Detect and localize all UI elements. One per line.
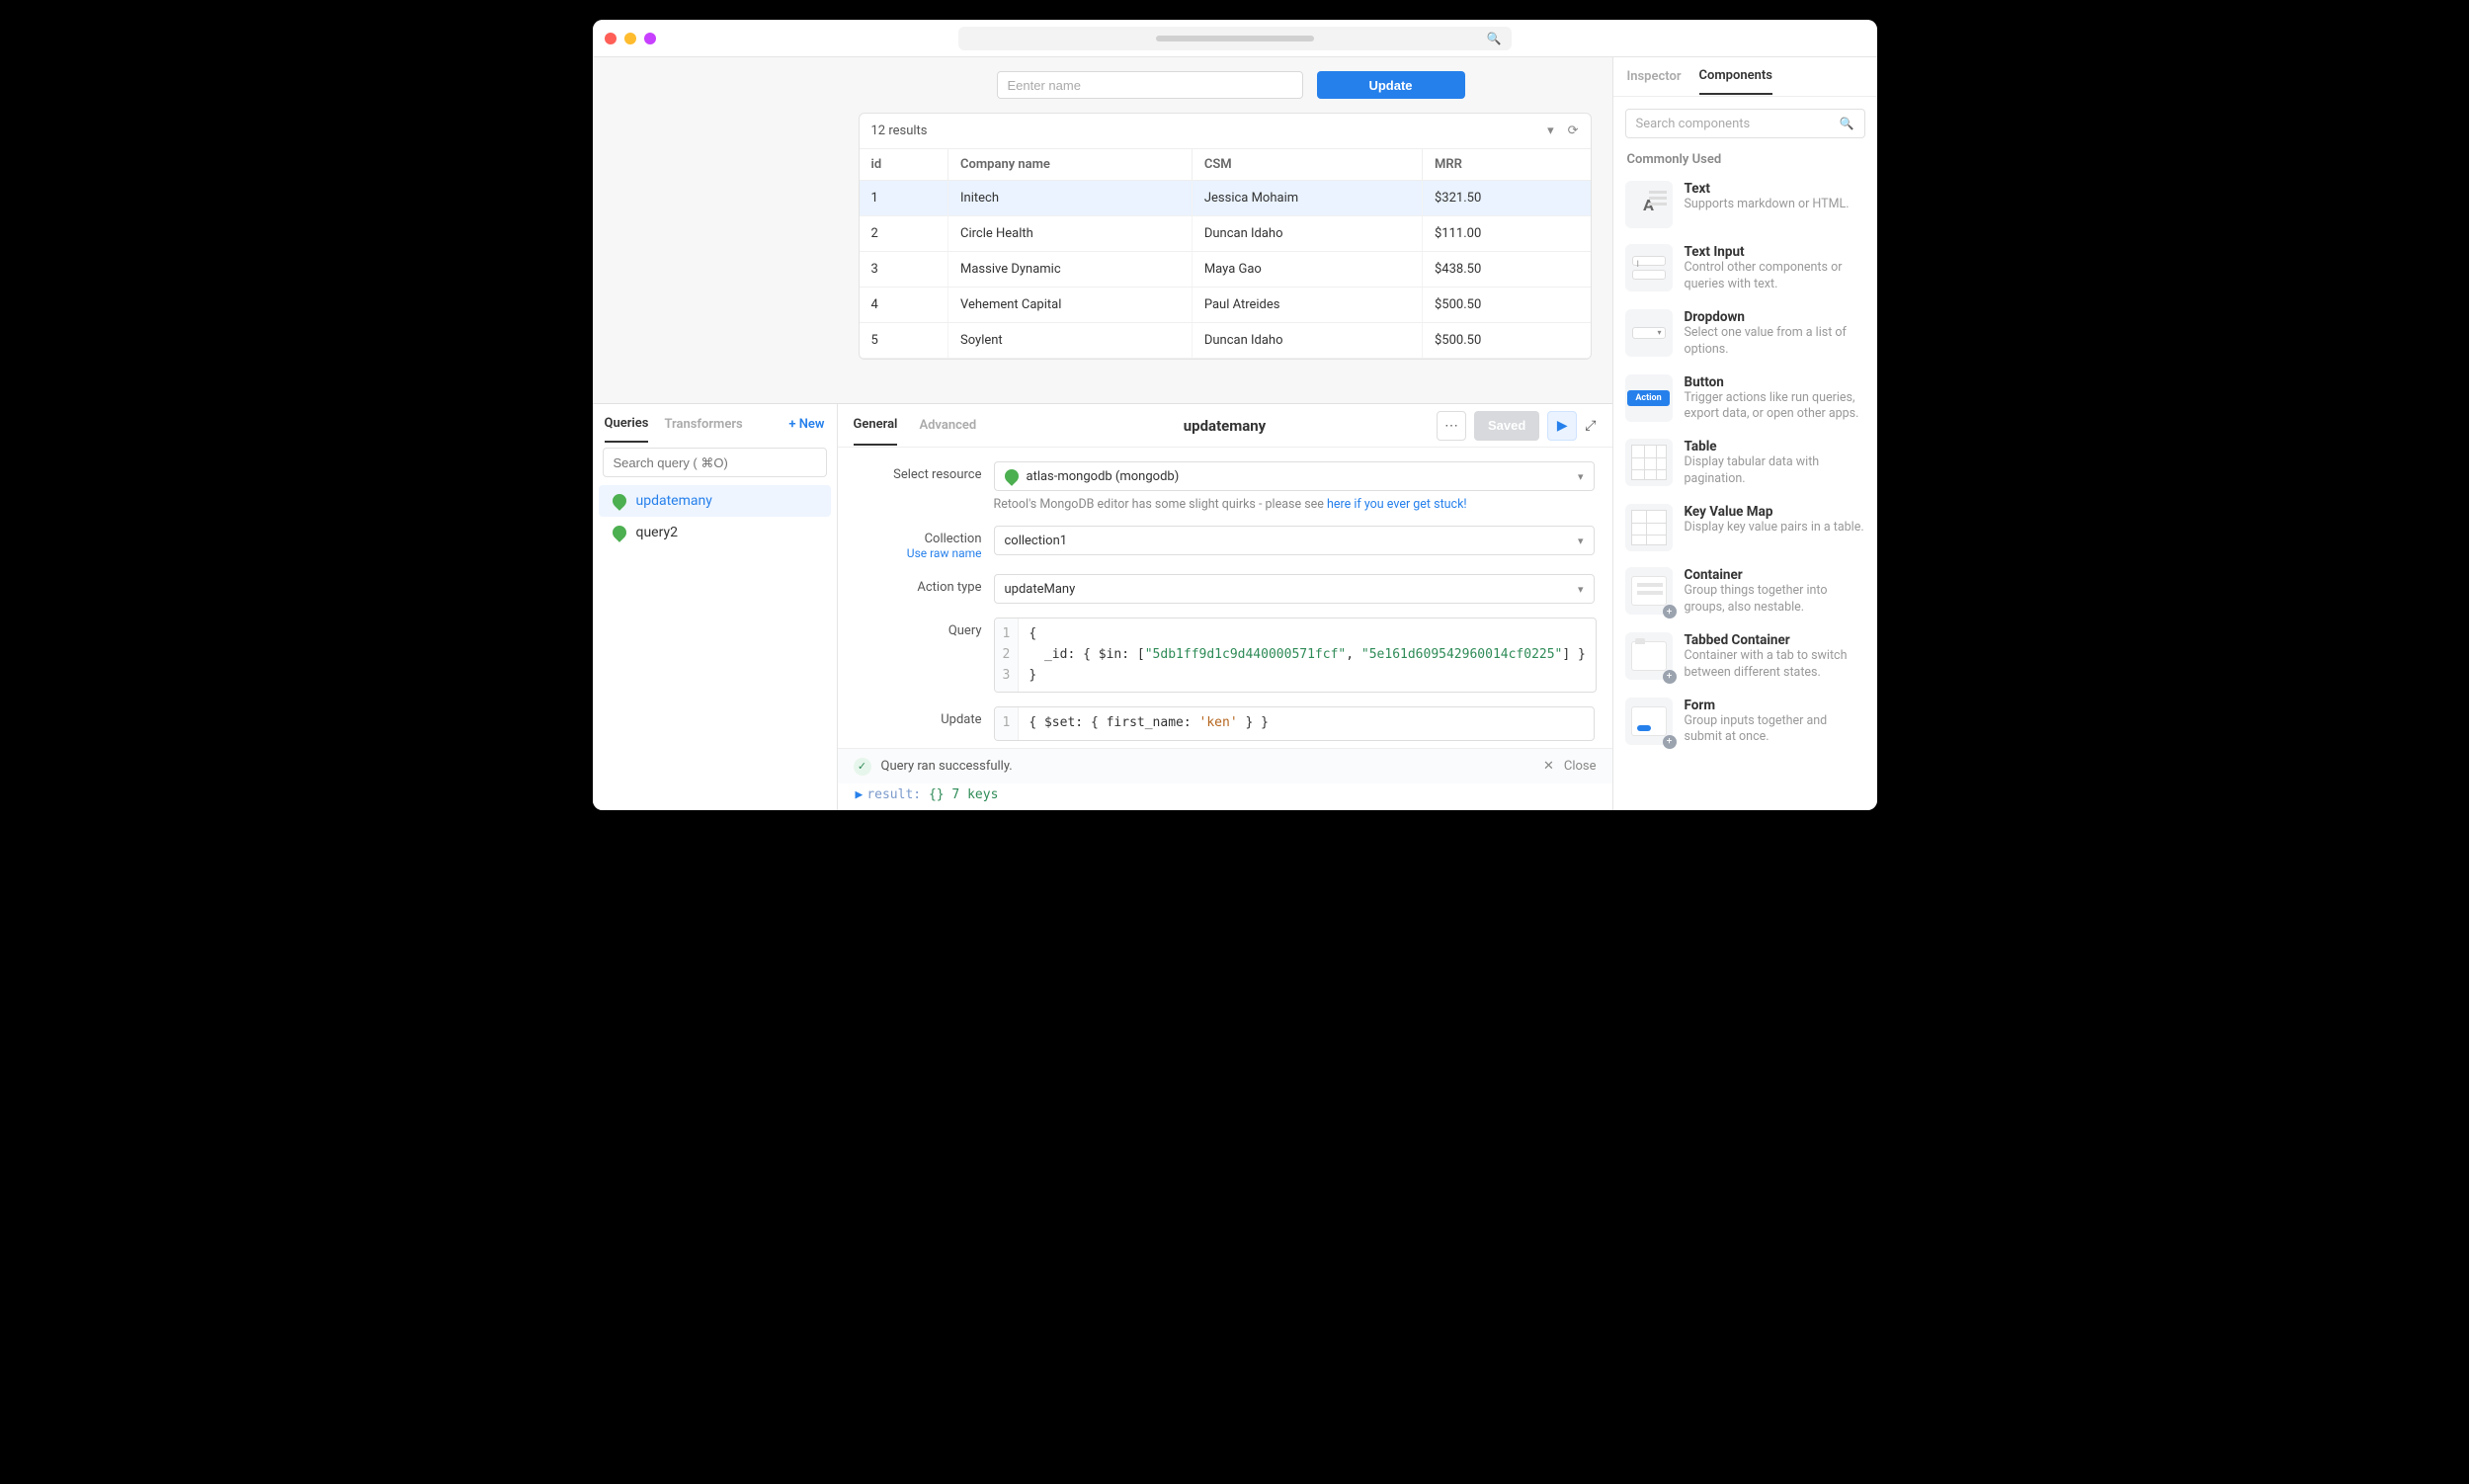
text-icon [1625,181,1673,228]
col-csm[interactable]: CSM [1192,149,1422,181]
text-input-icon [1625,244,1673,291]
query-item-query2[interactable]: query2 [599,517,831,548]
label-select-resource: Select resource [856,461,994,482]
action-value: updateMany [1005,582,1076,597]
table-icon [1625,439,1673,486]
update-code-editor[interactable]: 1 { $set: { first_name: 'ken' } } [994,706,1595,741]
container-icon: + [1625,567,1673,615]
table-row[interactable]: 3Massive Dynamic Maya Gao$438.50 [860,252,1591,288]
result-message: Query ran successfully. [881,759,1013,774]
label-collection: Collection [925,532,982,546]
maximize-window-icon[interactable] [644,33,656,44]
refresh-icon[interactable]: ⟳ [1568,124,1579,138]
run-button[interactable]: ▶ [1547,411,1577,441]
success-icon: ✓ [854,758,871,776]
label-action-type: Action type [856,574,994,595]
component-text[interactable]: Text Supports markdown or HTML. [1625,173,1865,236]
mongodb-icon [610,523,629,542]
tab-queries[interactable]: Queries [605,406,649,443]
select-action-type[interactable]: updateMany [994,574,1595,604]
col-mrr[interactable]: MRR [1423,149,1591,181]
update-button[interactable]: Update [1317,71,1465,99]
select-collection[interactable]: collection1 [994,526,1595,555]
data-table: id Company name CSM MRR 1 Initech Jessic… [860,149,1591,359]
url-bar[interactable]: 🔍 [958,27,1512,50]
component-table[interactable]: Table Display tabular data with paginati… [1625,431,1865,496]
close-window-icon[interactable] [605,33,617,44]
component-button[interactable]: Action Button Trigger actions like run q… [1625,367,1865,432]
select-resource[interactable]: atlas-mongodb (mongodb) [994,461,1595,491]
component-dropdown[interactable]: Dropdown Select one value from a list of… [1625,301,1865,367]
use-raw-name-link[interactable]: Use raw name [856,546,982,560]
section-title: Commonly Used [1613,146,1877,173]
url-placeholder [1156,36,1314,41]
form-row: Update [997,71,1465,99]
expand-icon[interactable]: ⤢ [1585,418,1596,434]
component-container[interactable]: + Container Group things together into g… [1625,559,1865,624]
bottom-panel: Queries Transformers + New updatemany qu… [593,403,1612,810]
close-results[interactable]: ✕ Close [1543,759,1597,774]
query-item-label: query2 [636,525,678,540]
query-search-input[interactable] [603,448,827,477]
label-update: Update [856,706,994,727]
component-key-value-map[interactable]: Key Value Map Display key value pairs in… [1625,496,1865,559]
col-id[interactable]: id [860,149,948,181]
query-editor: General Advanced updatemany ⋯ Saved ▶ ⤢ … [838,404,1612,810]
mongodb-icon [1002,466,1022,486]
component-form[interactable]: + Form Group inputs together and submit … [1625,690,1865,755]
search-icon: 🔍 [1487,32,1502,45]
query-title: updatemany [1184,417,1266,435]
components-search-placeholder: Search components [1636,117,1751,131]
tab-general[interactable]: General [854,405,898,446]
component-text-input[interactable]: Text Input Control other components or q… [1625,236,1865,301]
form-icon: + [1625,698,1673,745]
window-controls [605,33,656,44]
filter-icon[interactable]: ▾ [1547,124,1554,138]
table-row[interactable]: 2Circle Health Duncan Idaho$111.00 [860,216,1591,252]
name-input[interactable] [997,71,1303,99]
results-count: 12 results [871,124,928,138]
saved-button: Saved [1474,411,1539,441]
query-code-editor[interactable]: 123 { _id: { $in: ["5db1ff9d1c9d44000057… [994,618,1597,693]
table-row[interactable]: 1 Initech Jessica Mohaim $321.50 [860,181,1591,216]
collection-value: collection1 [1005,534,1068,548]
titlebar: 🔍 [593,20,1877,57]
close-icon: ✕ [1543,759,1554,774]
result-body[interactable]: ▶result: {} 7 keys [838,783,1612,810]
table-component[interactable]: 12 results ▾ ⟳ id Company name CSM [859,113,1592,360]
label-query: Query [856,618,994,638]
key-value-icon [1625,504,1673,551]
tab-components[interactable]: Components [1699,58,1772,95]
mongodb-icon [610,491,629,511]
more-button[interactable]: ⋯ [1437,411,1466,441]
col-company[interactable]: Company name [948,149,1193,181]
select-resource-value: atlas-mongodb (mongodb) [1027,469,1180,484]
new-query-button[interactable]: + New [788,417,824,432]
components-search[interactable]: Search components 🔍 [1625,109,1865,138]
canvas: All queries completed. Update 12 results… [593,57,1612,403]
tab-transformers[interactable]: Transformers [664,407,742,442]
app-window: 🔍 All queries completed. Update 12 resul… [593,20,1877,810]
queries-pane: Queries Transformers + New updatemany qu… [593,404,838,810]
search-icon: 🔍 [1840,117,1854,130]
dropdown-icon [1625,309,1673,357]
tab-inspector[interactable]: Inspector [1627,59,1682,94]
query-item-updatemany[interactable]: updatemany [599,485,831,517]
table-row[interactable]: 5Soylent Duncan Idaho$500.50 [860,323,1591,359]
result-bar: ✓ Query ran successfully. ✕ Close [838,748,1612,783]
query-item-label: updatemany [636,493,712,509]
helper-link[interactable]: here if you ever get stuck! [1327,497,1467,512]
tabbed-container-icon: + [1625,632,1673,680]
minimize-window-icon[interactable] [624,33,636,44]
helper-text: Retool's MongoDB editor has some slight … [994,497,1595,512]
tab-advanced[interactable]: Advanced [919,406,976,445]
right-panel: Inspector Components Search components 🔍… [1612,57,1877,810]
component-tabbed-container[interactable]: + Tabbed Container Container with a tab … [1625,624,1865,690]
button-icon: Action [1625,374,1673,422]
table-row[interactable]: 4Vehement Capital Paul Atreides$500.50 [860,288,1591,323]
